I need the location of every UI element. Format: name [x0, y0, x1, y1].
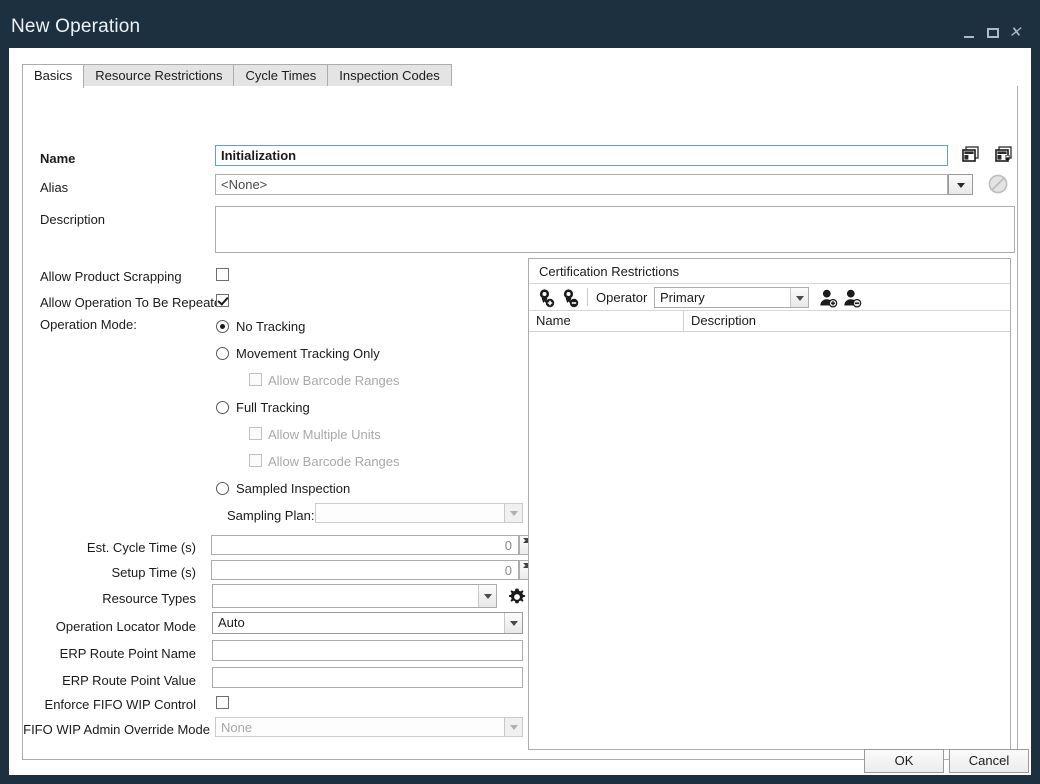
est-cycle-time-input[interactable]: 0	[211, 535, 519, 555]
operation-mode-radio-full-tracking[interactable]	[216, 401, 229, 414]
name-input[interactable]: Initialization	[215, 145, 948, 166]
maximize-button[interactable]	[982, 22, 1004, 44]
erp-route-point-value-label: ERP Route Point Value	[62, 673, 196, 688]
allow-operation-repeated-checkbox[interactable]	[216, 294, 229, 307]
tab-basics[interactable]: Basics	[22, 64, 85, 88]
allow-multiple-units-checkbox	[249, 427, 262, 440]
setup-time-label: Setup Time (s)	[111, 565, 196, 580]
operation-locator-mode-combobox[interactable]: Auto	[212, 612, 523, 634]
name-save-icon[interactable]	[993, 144, 1015, 166]
description-input[interactable]	[215, 206, 1015, 253]
operation-mode-radio-sampled-inspection[interactable]	[216, 482, 229, 495]
allow-barcode-ranges-movement-label: Allow Barcode Ranges	[268, 373, 400, 388]
operator-label: Operator	[596, 290, 648, 305]
certification-restrictions-title: Certification Restrictions	[539, 264, 680, 279]
certification-restrictions-panel: Certification Restrictions Operator Prim…	[528, 258, 1011, 750]
tab-strip: Basics Resource Restrictions Cycle Times…	[22, 64, 1018, 88]
operation-mode-option-no-tracking[interactable]: No Tracking	[236, 319, 305, 334]
alias-label: Alias	[40, 180, 69, 195]
enforce-fifo-checkbox[interactable]	[216, 696, 229, 709]
add-operator-icon[interactable]	[817, 287, 839, 309]
allow-product-scrapping-label: Allow Product Scrapping	[40, 269, 182, 284]
sampling-plan-chevron-down-icon	[504, 504, 522, 522]
est-cycle-time-label: Est. Cycle Time (s)	[86, 540, 196, 555]
column-header-name[interactable]: Name	[529, 311, 684, 332]
resource-types-combobox[interactable]	[212, 584, 497, 608]
alias-clear-disabled-icon	[986, 172, 1010, 196]
fifo-admin-override-value: None	[221, 720, 253, 735]
tab-inspection-codes[interactable]: Inspection Codes	[327, 64, 452, 87]
window-title: New Operation	[11, 16, 141, 37]
dialog-client-area: Basics Resource Restrictions Cycle Times…	[9, 48, 1031, 775]
operation-mode-option-full-tracking[interactable]: Full Tracking	[236, 400, 310, 415]
tab-cycle-times[interactable]: Cycle Times	[233, 64, 329, 87]
resource-types-gear-icon[interactable]	[507, 587, 527, 607]
allow-barcode-ranges-movement-checkbox	[249, 373, 262, 386]
fifo-admin-override-chevron-down-icon	[504, 718, 522, 736]
tab-resource-restrictions[interactable]: Resource Restrictions	[83, 64, 235, 87]
sampling-plan-label: Sampling Plan:	[227, 508, 315, 523]
basics-panel: Name Initialization Alias <None> Descrip…	[22, 86, 1018, 760]
sampling-plan-combobox	[315, 503, 523, 523]
fifo-admin-override-label: FIFO WIP Admin Override Mode	[23, 722, 210, 737]
allow-multiple-units-label: Allow Multiple Units	[268, 427, 381, 442]
allow-operation-repeated-label: Allow Operation To Be Repeated	[40, 295, 229, 310]
resource-types-label: Resource Types	[102, 591, 196, 606]
allow-barcode-ranges-full-label: Allow Barcode Ranges	[268, 454, 400, 469]
operator-value: Primary	[660, 290, 705, 305]
remove-operator-icon[interactable]	[841, 287, 863, 309]
name-label: Name	[40, 151, 76, 166]
operation-locator-mode-chevron-down-icon[interactable]	[504, 613, 522, 633]
operation-locator-mode-value: Auto	[218, 615, 245, 630]
remove-certification-icon[interactable]	[559, 287, 581, 309]
operation-mode-option-sampled-inspection[interactable]: Sampled Inspection	[236, 481, 350, 496]
operation-locator-mode-label: Operation Locator Mode	[55, 619, 196, 634]
enforce-fifo-label: Enforce FIFO WIP Control	[44, 697, 196, 712]
ok-button[interactable]: OK	[864, 749, 944, 773]
operation-mode-option-movement-tracking[interactable]: Movement Tracking Only	[236, 346, 380, 361]
alias-input[interactable]: <None>	[215, 174, 948, 195]
add-certification-icon[interactable]	[535, 287, 557, 309]
cancel-button[interactable]: Cancel	[949, 749, 1029, 773]
dialog-window: New Operation ✕ Basics Resource Restrict…	[0, 0, 1040, 784]
erp-route-point-name-label: ERP Route Point Name	[59, 646, 196, 661]
operation-mode-radio-movement-tracking[interactable]	[216, 347, 229, 360]
certification-toolbar: Operator Primary	[529, 283, 1010, 311]
toolbar-separator	[587, 288, 588, 306]
description-label: Description	[40, 212, 106, 227]
allow-barcode-ranges-full-checkbox	[249, 454, 262, 467]
certification-grid-header: Name Description	[529, 311, 1010, 332]
column-header-description[interactable]: Description	[684, 311, 1012, 332]
erp-route-point-name-input[interactable]	[212, 640, 523, 661]
allow-product-scrapping-checkbox[interactable]	[216, 268, 229, 281]
operator-chevron-down-icon[interactable]	[790, 288, 808, 307]
operation-mode-label: Operation Mode:	[40, 317, 137, 332]
fifo-admin-override-combobox: None	[215, 717, 523, 737]
alias-dropdown-button[interactable]	[948, 174, 973, 195]
resource-types-chevron-down-icon[interactable]	[478, 585, 496, 607]
minimize-button[interactable]	[958, 22, 980, 44]
close-button[interactable]: ✕	[1004, 22, 1026, 44]
operator-combobox[interactable]: Primary	[654, 287, 809, 308]
setup-time-input[interactable]: 0	[211, 560, 519, 580]
name-copy-icon[interactable]	[960, 144, 982, 166]
certification-grid-body[interactable]	[529, 332, 1010, 749]
erp-route-point-value-input[interactable]	[212, 667, 523, 688]
operation-mode-radio-no-tracking[interactable]	[216, 320, 229, 333]
